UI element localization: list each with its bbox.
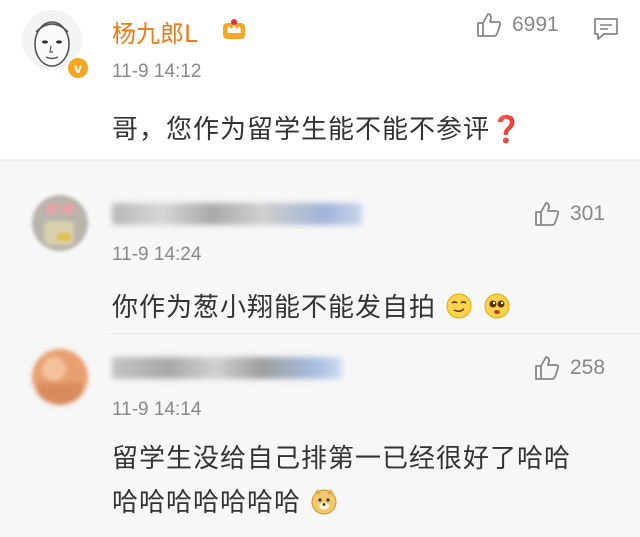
reply-text-line-2: 哈哈哈哈哈哈哈 (112, 481, 571, 525)
verified-v-icon: v (66, 56, 90, 80)
reply-avatar[interactable] (32, 195, 88, 251)
reply-divider (110, 333, 640, 334)
main-comment: v 杨九郎L 11-9 14:12 哥，您作为留学生能不能不参评❓ 6991 (0, 0, 640, 161)
reply-like-count: 258 (570, 356, 606, 379)
reply-time: 11-9 14:14 (112, 399, 202, 420)
reply-comment-icon[interactable] (592, 16, 620, 42)
comment-text: 哥，您作为留学生能不能不参评❓ (112, 115, 524, 145)
reply-like-count: 301 (570, 202, 606, 225)
thumbs-up-icon (535, 202, 560, 226)
reply-like-button[interactable]: 301 (534, 201, 605, 227)
reply-text: 你作为葱小翔能不能发自拍 (112, 287, 511, 324)
thumbs-up-icon (535, 356, 560, 380)
doge-emoji-icon (311, 489, 337, 515)
username[interactable]: 杨九郎L (112, 14, 197, 49)
reply-text: 留学生没给自己排第一已经很好了哈哈 哈哈哈哈哈哈哈 (112, 437, 571, 525)
reply-time: 11-9 14:24 (112, 244, 202, 265)
reply-text-line: 留学生没给自己排第一已经很好了哈哈 (112, 444, 572, 474)
thumbs-up-icon (477, 13, 502, 37)
comment-time: 11-9 14:12 (112, 61, 202, 82)
smirk-emoji-icon (446, 293, 472, 319)
reply-avatar[interactable] (32, 349, 88, 405)
reply-username-blurred[interactable] (112, 203, 362, 225)
crown-badge-icon (223, 19, 245, 39)
reply-text-content: 哈哈哈哈哈哈哈 (112, 488, 302, 518)
reply-username-blurred[interactable] (112, 357, 342, 379)
reply-list: 11-9 14:24 你作为葱小翔能不能发自拍 301 11-9 14:14 留… (0, 161, 640, 537)
reply-text-content: 你作为葱小翔能不能发自拍 (112, 293, 437, 323)
puppy-eyes-emoji-icon (484, 293, 510, 319)
like-button[interactable]: 6991 (476, 12, 559, 38)
like-count: 6991 (512, 13, 559, 36)
reply-like-button[interactable]: 258 (534, 355, 605, 381)
